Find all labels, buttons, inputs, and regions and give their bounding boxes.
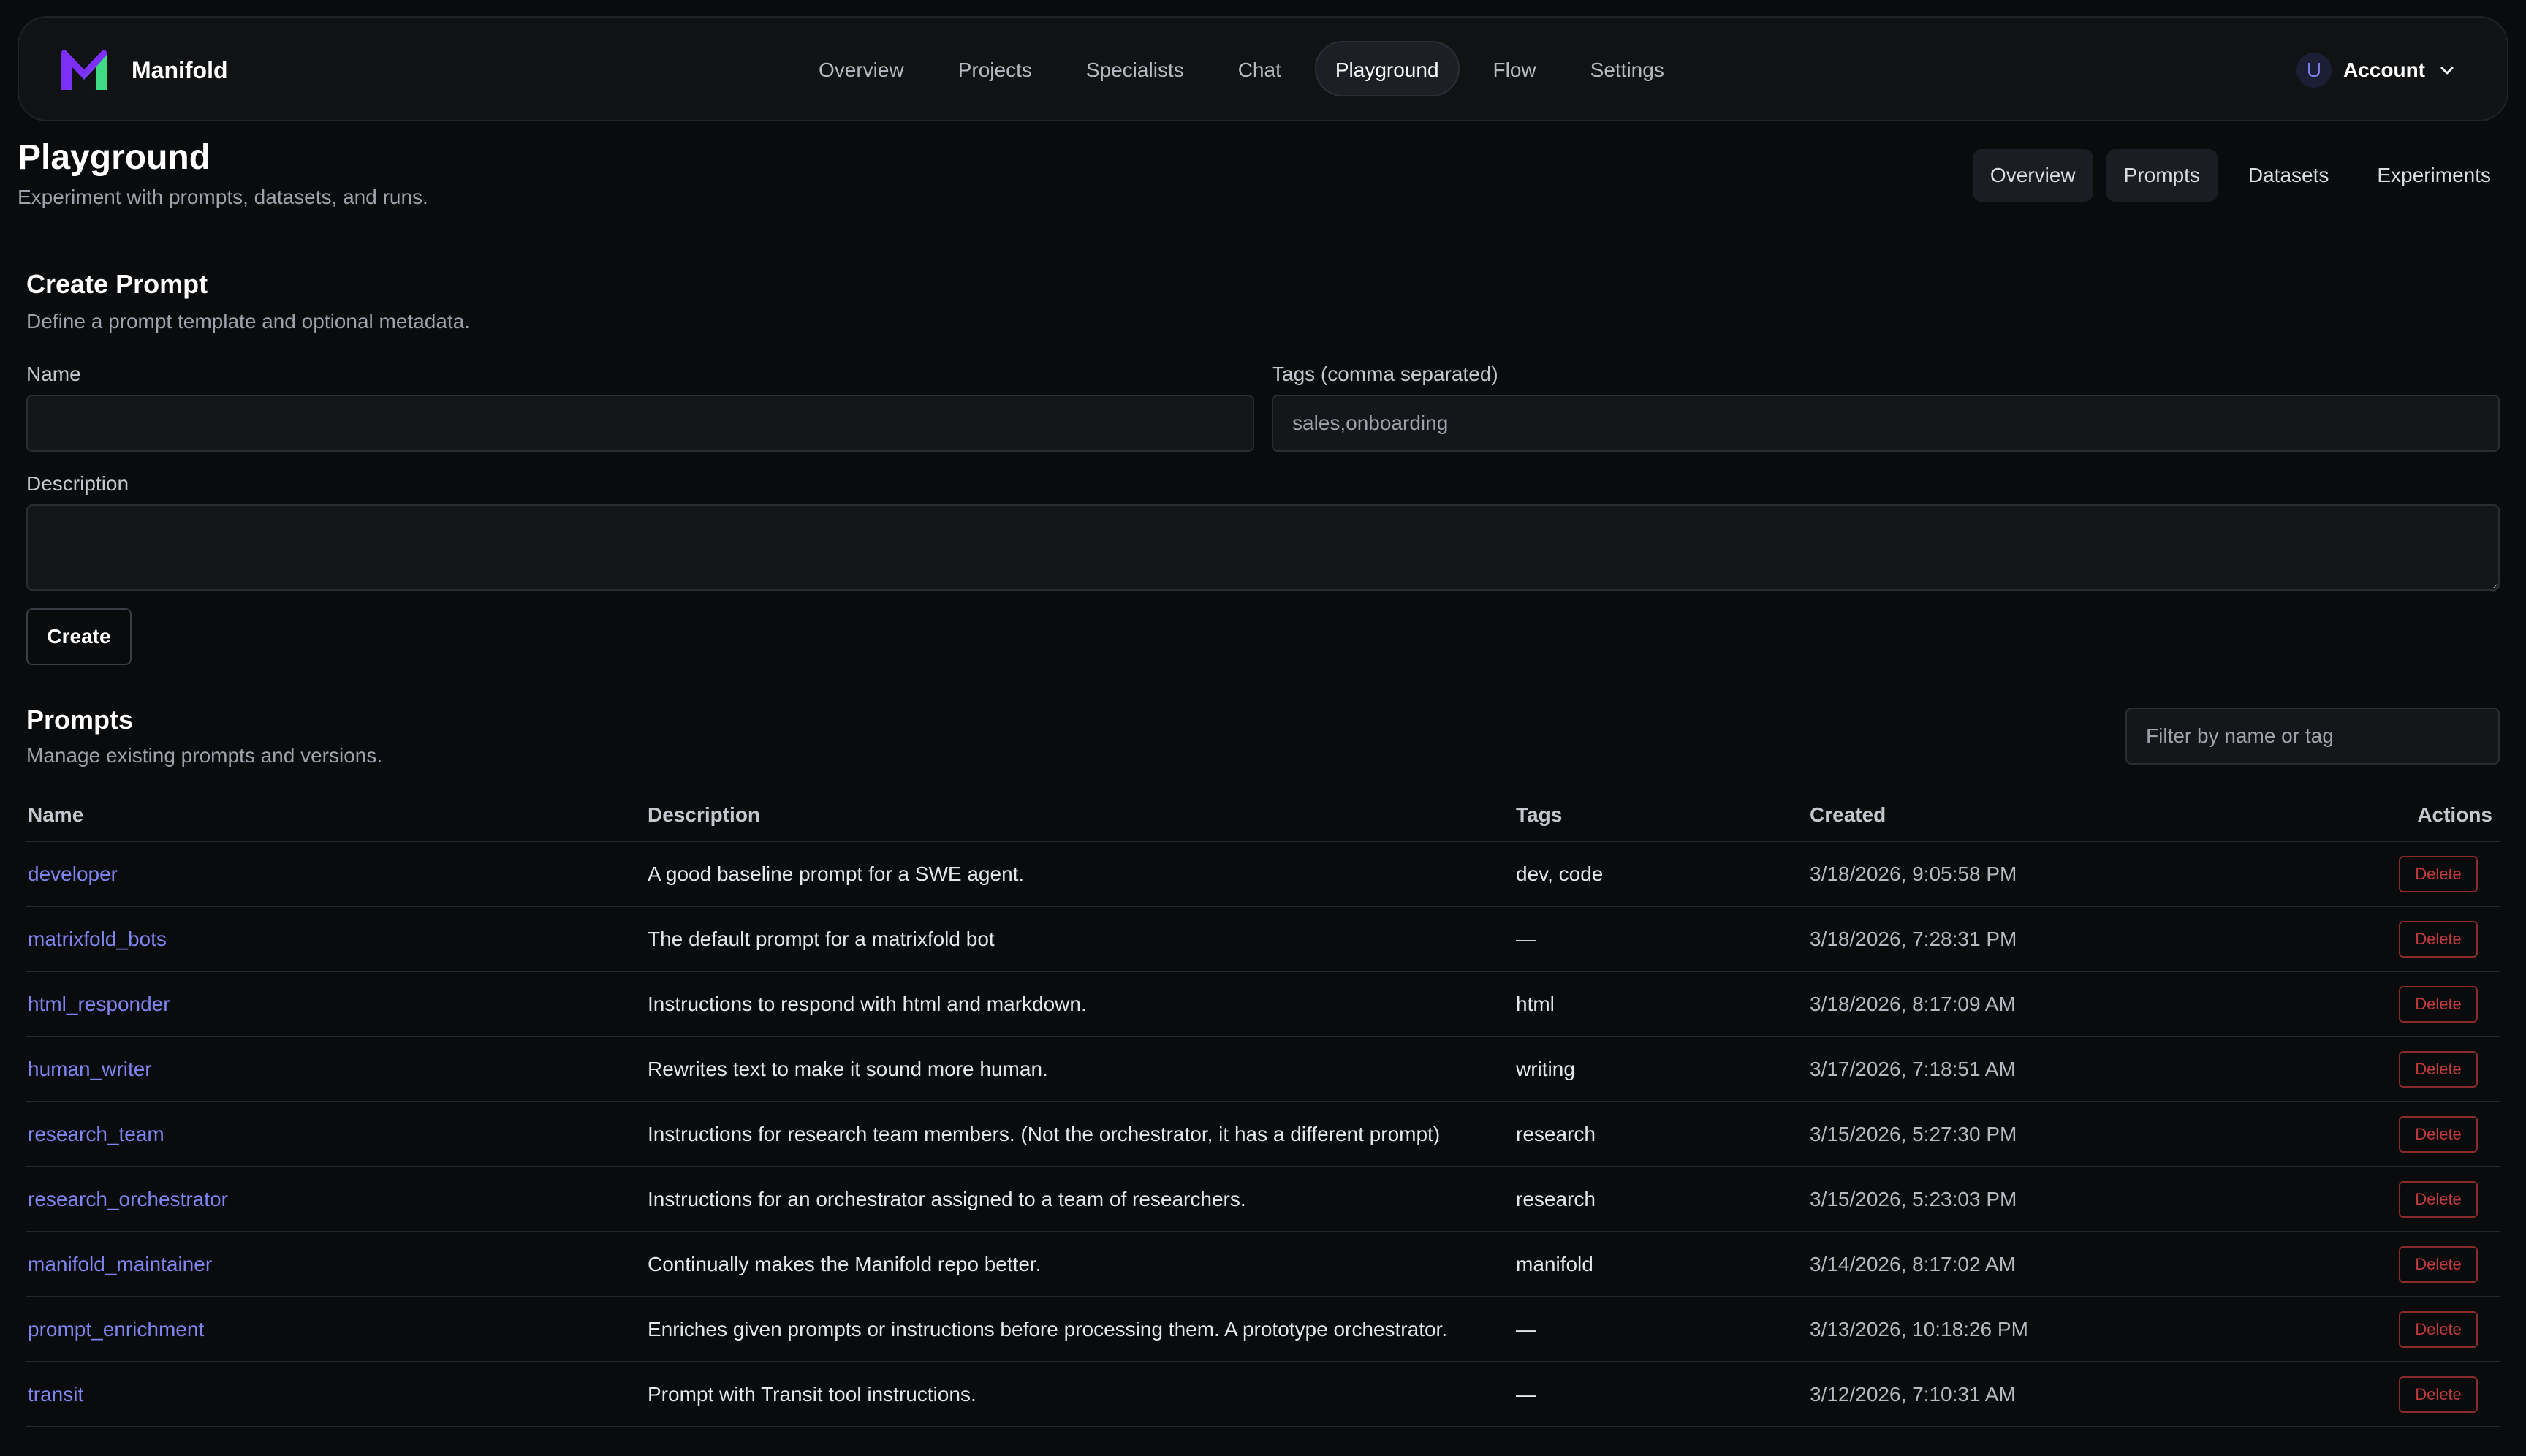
prompt-created: 3/17/2026, 7:18:51 AM — [1810, 1057, 2016, 1080]
prompt-name-link[interactable]: research_team — [28, 1123, 164, 1145]
table-header: Name Description Tags Created Actions — [26, 789, 2500, 842]
create-prompt-description: Define a prompt template and optional me… — [26, 310, 471, 333]
tab-datasets[interactable]: Datasets — [2231, 149, 2347, 202]
create-prompt-title: Create Prompt — [26, 269, 208, 299]
prompt-tags: — — [1516, 1317, 1536, 1341]
tab-overview[interactable]: Overview — [1972, 149, 2093, 202]
top-navbar: Manifold Overview Projects Specialists C… — [18, 16, 2508, 121]
delete-button[interactable]: Delete — [2399, 1311, 2478, 1348]
table-row: manifold_maintainer Continually makes the… — [26, 1232, 2500, 1297]
prompt-tags: html — [1516, 992, 1555, 1015]
prompt-description: Enriches given prompts or instructions b… — [648, 1317, 1448, 1341]
prompt-created: 3/12/2026, 7:10:31 AM — [1810, 1382, 2016, 1406]
nav-item-flow[interactable]: Flow — [1473, 41, 1557, 96]
column-header-created[interactable]: Created — [1810, 803, 2175, 827]
playground-tabs: Overview Prompts Datasets Experiments — [1960, 149, 2508, 202]
nav-item-specialists[interactable]: Specialists — [1066, 41, 1205, 96]
prompt-tags: research — [1516, 1122, 1596, 1145]
tags-input[interactable] — [1272, 395, 2500, 452]
delete-button[interactable]: Delete — [2399, 920, 2478, 958]
name-input[interactable] — [26, 395, 1254, 452]
nav-item-playground[interactable]: Playground — [1314, 41, 1460, 96]
prompt-description: Continually makes the Manifold repo bett… — [648, 1252, 1042, 1275]
nav-item-projects[interactable]: Projects — [938, 41, 1052, 96]
prompt-tags: research — [1516, 1187, 1596, 1210]
delete-button[interactable]: Delete — [2399, 855, 2478, 892]
prompt-tags: — — [1516, 927, 1536, 950]
chevron-down-icon — [2440, 67, 2454, 75]
column-header-actions: Actions — [2417, 803, 2492, 826]
table-row: research_team Instructions for research t… — [26, 1102, 2500, 1167]
table-body: developer A good baseline prompt for a SW… — [26, 842, 2500, 1427]
column-header-name[interactable]: Name — [26, 803, 648, 827]
prompt-name-link[interactable]: prompt_enrichment — [28, 1318, 204, 1341]
prompt-created: 3/18/2026, 7:28:31 PM — [1810, 927, 2017, 950]
table-row: research_orchestrator Instructions for an… — [26, 1167, 2500, 1232]
prompt-description: Prompt with Transit tool instructions. — [648, 1382, 976, 1406]
table-row: human_writer Rewrites text to make it sou… — [26, 1037, 2500, 1102]
create-button[interactable]: Create — [26, 608, 132, 665]
account-label: Account — [2343, 58, 2425, 81]
prompt-created: 3/15/2026, 5:27:30 PM — [1810, 1122, 2017, 1145]
delete-button[interactable]: Delete — [2399, 1050, 2478, 1088]
prompt-name-link[interactable]: matrixfold_bots — [28, 928, 167, 950]
brand[interactable]: Manifold — [58, 47, 228, 94]
avatar: U — [2296, 53, 2332, 88]
nav-item-overview[interactable]: Overview — [798, 41, 925, 96]
table-row: developer A good baseline prompt for a SW… — [26, 842, 2500, 907]
prompt-tags: manifold — [1516, 1252, 1593, 1275]
delete-button[interactable]: Delete — [2399, 1376, 2478, 1413]
manifold-logo — [61, 50, 107, 90]
prompt-created: 3/18/2026, 9:05:58 PM — [1810, 862, 2017, 885]
prompt-created: 3/15/2026, 5:23:03 PM — [1810, 1187, 2017, 1210]
brand-name: Manifold — [132, 56, 228, 83]
delete-button[interactable]: Delete — [2399, 1245, 2478, 1283]
prompt-name-link[interactable]: developer — [28, 862, 118, 885]
tab-experiments[interactable]: Experiments — [2359, 149, 2508, 202]
filter-input[interactable] — [2125, 708, 2500, 765]
page-title: Playground — [18, 138, 211, 177]
prompts-table: Name Description Tags Created Actions de… — [26, 789, 2500, 1427]
description-textarea[interactable] — [26, 504, 2500, 591]
prompt-description: Instructions for research team members. … — [648, 1122, 1441, 1145]
main-nav: Overview Projects Specialists Chat Playg… — [798, 39, 1698, 98]
table-row: prompt_enrichment Enriches given prompts … — [26, 1297, 2500, 1362]
name-label: Name — [26, 363, 81, 385]
description-label: Description — [26, 472, 129, 495]
prompt-created: 3/14/2026, 8:17:02 AM — [1810, 1252, 2016, 1275]
prompt-description: Instructions to respond with html and ma… — [648, 992, 1087, 1015]
column-header-tags[interactable]: Tags — [1516, 803, 1810, 827]
nav-item-settings[interactable]: Settings — [1570, 41, 1685, 96]
prompt-description: Rewrites text to make it sound more huma… — [648, 1057, 1048, 1080]
delete-button[interactable]: Delete — [2399, 985, 2478, 1023]
delete-button[interactable]: Delete — [2399, 1180, 2478, 1218]
prompt-description: The default prompt for a matrixfold bot — [648, 927, 995, 950]
table-row: matrixfold_bots The default prompt for a … — [26, 907, 2500, 972]
tab-prompts[interactable]: Prompts — [2106, 149, 2218, 202]
prompts-description: Manage existing prompts and versions. — [26, 744, 383, 767]
table-row: html_responder Instructions to respond wi… — [26, 972, 2500, 1037]
prompt-name-link[interactable]: manifold_maintainer — [28, 1253, 212, 1275]
page-subtitle: Experiment with prompts, datasets, and r… — [18, 186, 428, 208]
prompt-name-link[interactable]: transit — [28, 1383, 83, 1406]
prompt-tags: dev, code — [1516, 862, 1604, 885]
prompt-description: A good baseline prompt for a SWE agent. — [648, 862, 1025, 885]
prompt-name-link[interactable]: research_orchestrator — [28, 1188, 228, 1210]
prompt-tags: — — [1516, 1382, 1536, 1406]
account-menu[interactable]: U Account — [2296, 50, 2456, 91]
table-row: transit Prompt with Transit tool instruct… — [26, 1362, 2500, 1427]
prompt-description: Instructions for an orchestrator assigne… — [648, 1187, 1246, 1210]
tags-label: Tags (comma separated) — [1272, 363, 1498, 385]
column-header-description[interactable]: Description — [648, 803, 1516, 827]
prompt-tags: writing — [1516, 1057, 1575, 1080]
prompt-name-link[interactable]: html_responder — [28, 993, 170, 1015]
prompt-created: 3/13/2026, 10:18:26 PM — [1810, 1317, 2028, 1341]
prompts-title: Prompts — [26, 705, 134, 735]
prompt-name-link[interactable]: human_writer — [28, 1058, 152, 1080]
prompt-created: 3/18/2026, 8:17:09 AM — [1810, 992, 2016, 1015]
delete-button[interactable]: Delete — [2399, 1115, 2478, 1153]
nav-item-chat[interactable]: Chat — [1218, 41, 1302, 96]
